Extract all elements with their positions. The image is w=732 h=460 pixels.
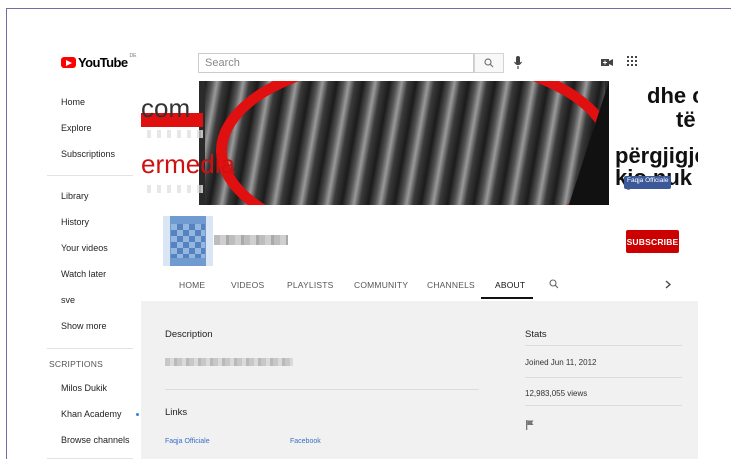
tab-channels[interactable]: CHANNELS [427,280,475,290]
tab-playlists[interactable]: PLAYLISTS [287,280,334,290]
banner-text: com [141,93,191,123]
sidebar-item-your-videos[interactable]: Your videos [61,243,108,253]
apps-grid-icon[interactable] [627,56,637,66]
new-content-dot [135,413,139,417]
subscribe-button[interactable]: SUBSCRIBE [626,230,679,253]
tab-home[interactable]: HOME [179,280,205,290]
subscription-item[interactable]: Milos Dukik [61,383,107,393]
search-input[interactable]: Search [198,53,474,73]
divider [525,345,682,346]
about-section: Description Links Faqja Officiale Facebo… [141,301,698,459]
stats-heading: Stats [525,329,547,340]
browse-channels-link[interactable]: Browse channels [61,435,130,445]
view-count: 12,983,055 views [525,389,588,398]
description-redacted [165,358,293,366]
banner-stripe [141,130,203,138]
create-video-icon[interactable] [601,57,613,67]
tab-community[interactable]: COMMUNITY [354,280,408,290]
sidebar-item-show-more[interactable]: Show more [61,321,107,331]
channel-name-redacted [214,235,288,245]
sidebar-divider [47,348,133,349]
channel-avatar[interactable] [163,216,213,266]
play-logo-icon [61,57,76,68]
divider [165,389,479,390]
links-heading: Links [165,407,188,418]
subscriptions-header: SCRIPTIONS [49,359,103,369]
link-facebook[interactable]: Facebook [290,438,321,445]
tab-videos[interactable]: VIDEOS [231,280,264,290]
sidebar-item-watch-later[interactable]: Watch later [61,269,106,279]
sidebar-item-subscriptions[interactable]: Subscriptions [61,149,115,159]
sidebar-item-history[interactable]: History [61,217,89,227]
chevron-right-icon[interactable] [665,280,671,289]
sidebar-item-library[interactable]: Library [61,191,89,201]
search-button[interactable] [474,53,504,73]
logo-text: YouTube [78,55,128,70]
joined-date: Joined Jun 11, 2012 [525,358,597,367]
subscription-item-khan-academy[interactable]: Khan Academy [61,409,139,419]
description-heading: Description [165,329,213,340]
active-tab-indicator [481,297,533,299]
banner-text: ermedia [141,149,235,179]
sidebar-divider [47,458,133,459]
sidebar-item-playlist[interactable]: sve [61,295,75,305]
microphone-icon[interactable] [513,56,523,70]
browser-frame: YouTube DE Search Home Explore Subscript… [6,8,731,459]
channel-tabs: HOME VIDEOS PLAYLISTS COMMUNITY CHANNELS… [141,271,698,299]
avatar-pixelated [171,224,205,258]
subscription-label: Khan Academy [61,409,122,419]
banner-red-circle [216,81,616,205]
divider [525,377,682,378]
banner-link-chip[interactable]: Faqja Officiale [624,176,672,189]
divider [525,405,682,406]
sidebar-item-home[interactable]: Home [61,97,85,107]
logo-country: DE [129,52,137,59]
tab-about[interactable]: ABOUT [495,280,525,290]
sidebar-item-explore[interactable]: Explore [61,123,92,133]
link-faqja-officiale[interactable]: Faqja Officiale [165,438,210,445]
channel-banner: com ermedia dhe c të përgjigje kjo nuk c… [141,81,698,205]
banner-text: të [676,107,696,132]
channel-search-icon[interactable] [549,279,559,289]
report-flag-icon[interactable] [526,420,534,430]
banner-text: dhe c [647,83,698,108]
sidebar-divider [47,175,133,176]
youtube-logo[interactable]: YouTube DE [61,52,137,70]
banner-stripe [141,185,203,193]
search-icon [484,58,494,68]
